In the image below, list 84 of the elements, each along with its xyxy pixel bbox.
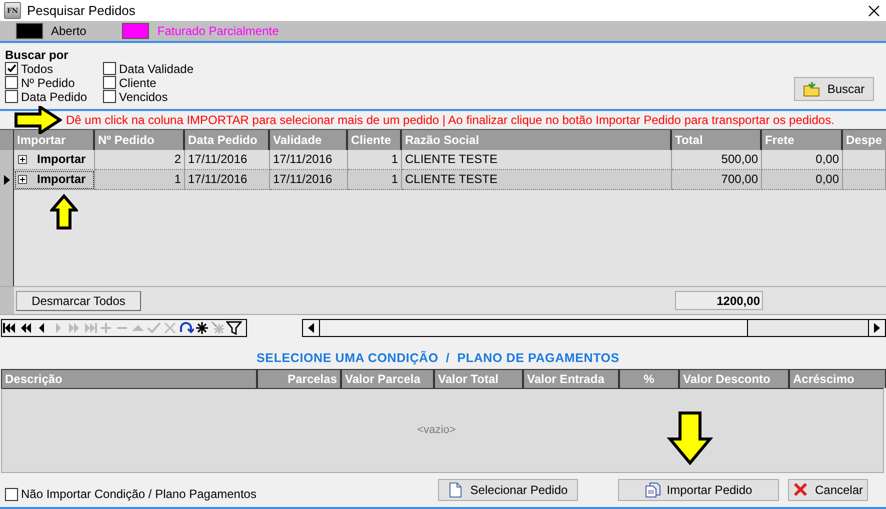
table-cell: CLIENTE TESTE xyxy=(402,170,672,190)
checkbox-label[interactable]: Todos xyxy=(21,62,54,76)
checkbox[interactable] xyxy=(103,62,116,76)
right-triangle-icon[interactable] xyxy=(874,323,880,334)
asterisk-icon xyxy=(210,320,226,336)
checkbox-label[interactable]: Data Validade xyxy=(119,62,194,76)
table-cell: 2 xyxy=(95,150,185,170)
column-header[interactable]: Acréscimo xyxy=(790,370,885,388)
column-header[interactable]: Valor Entrada xyxy=(524,370,620,388)
table-cell: 0,00 xyxy=(762,170,843,190)
funnel-icon[interactable] xyxy=(226,320,242,336)
expand-icon[interactable] xyxy=(18,174,27,184)
pointer-arrow xyxy=(667,411,713,465)
table-cell[interactable]: Importar xyxy=(14,150,95,170)
checkbox[interactable] xyxy=(5,76,18,90)
column-header[interactable]: Valor Total xyxy=(435,370,524,388)
empty-text: <vazio> xyxy=(417,424,456,436)
table-cell: 1 xyxy=(95,170,185,190)
select-button[interactable]: Selecionar Pedido xyxy=(438,479,578,502)
cross-icon xyxy=(793,482,808,497)
column-header[interactable]: % xyxy=(620,370,680,388)
hint-text: Dê um click na coluna IMPORTAR para selecionar mais de um pedido | Ao finalizar clique no botão Importar Pedido para transportar os pedidos. xyxy=(66,113,834,128)
table-cell xyxy=(843,170,886,190)
column-header[interactable]: Frete xyxy=(762,130,843,150)
pointer-arrow xyxy=(14,106,62,134)
left-triangle-icon[interactable] xyxy=(308,323,314,334)
table-cell: 17/11/2016 xyxy=(185,170,270,190)
row-pointer-icon[interactable] xyxy=(4,174,10,185)
checkbox[interactable] xyxy=(103,90,116,104)
column-header[interactable]: Total xyxy=(672,130,762,150)
column-header[interactable]: Valor Desconto xyxy=(680,370,790,388)
column-header[interactable]: Parcelas xyxy=(258,370,342,388)
table-cell[interactable]: Importar xyxy=(14,170,95,190)
checkbox-label[interactable]: Vencidos xyxy=(119,90,168,104)
checkbox[interactable] xyxy=(5,62,18,76)
documents-icon xyxy=(645,482,660,498)
expand-icon[interactable] xyxy=(18,154,27,164)
column-header[interactable]: Descrição xyxy=(2,370,258,388)
table-cell: 17/11/2016 xyxy=(185,150,270,170)
table-cell: 17/11/2016 xyxy=(270,170,348,190)
total-field: 1200,00 xyxy=(675,291,763,310)
folder-icon xyxy=(804,81,820,96)
scrollbar[interactable] xyxy=(302,319,886,338)
column-header[interactable]: Nº Pedido xyxy=(95,130,185,150)
cross-icon xyxy=(162,320,178,336)
column-header[interactable]: Razão Social xyxy=(402,130,672,150)
minus-icon xyxy=(114,326,130,330)
column-header[interactable]: Data Pedido xyxy=(185,130,270,150)
document-icon xyxy=(450,482,462,498)
import-label[interactable]: Importar xyxy=(37,150,86,169)
import-button[interactable]: Importar Pedido xyxy=(618,479,779,502)
checkbox[interactable] xyxy=(5,90,18,104)
column-header[interactable]: Importar xyxy=(14,130,95,150)
unmark-all-button[interactable]: Desmarcar Todos xyxy=(16,290,141,311)
legend-label: Aberto xyxy=(51,24,86,38)
table-cell: 700,00 xyxy=(672,170,762,190)
search-button[interactable]: Buscar xyxy=(794,76,874,101)
window-title: Pesquisar Pedidos xyxy=(27,3,136,18)
checkbox-label[interactable]: Nº Pedido xyxy=(21,76,75,90)
checkbox[interactable] xyxy=(5,488,18,501)
legend-label: Faturado Parcialmente xyxy=(157,24,279,38)
grid-corner xyxy=(0,130,13,150)
checkbox-label[interactable]: Cliente xyxy=(119,76,156,90)
checkbox-label[interactable]: Data Pedido xyxy=(21,90,88,104)
cancel-button[interactable]: Cancelar xyxy=(788,479,868,502)
table-cell xyxy=(843,150,886,170)
table-cell: 17/11/2016 xyxy=(270,150,348,170)
column-header[interactable]: Valor Parcela xyxy=(342,370,435,388)
close-icon[interactable] xyxy=(868,4,880,17)
asterisk-icon[interactable] xyxy=(194,320,210,336)
table-cell: 1 xyxy=(348,170,402,190)
checkbox-label[interactable]: Não Importar Condição / Plano Pagamentos xyxy=(21,487,256,502)
import-label[interactable]: Importar xyxy=(37,170,86,189)
column-header[interactable]: Validade xyxy=(270,130,348,150)
table-cell: 1 xyxy=(348,150,402,170)
table-cell: CLIENTE TESTE xyxy=(402,150,672,170)
section-label: Buscar por xyxy=(5,48,70,62)
table-cell: 500,00 xyxy=(672,150,762,170)
pointer-arrow xyxy=(50,194,78,230)
column-header[interactable]: Cliente xyxy=(348,130,402,150)
section-title: SELECIONE UMA CONDIÇÃO / PLANO DE PAGAMENTOS xyxy=(256,350,620,367)
column-header[interactable]: Despe xyxy=(843,130,886,150)
table-cell: 0,00 xyxy=(762,150,843,170)
checkbox[interactable] xyxy=(103,76,116,90)
